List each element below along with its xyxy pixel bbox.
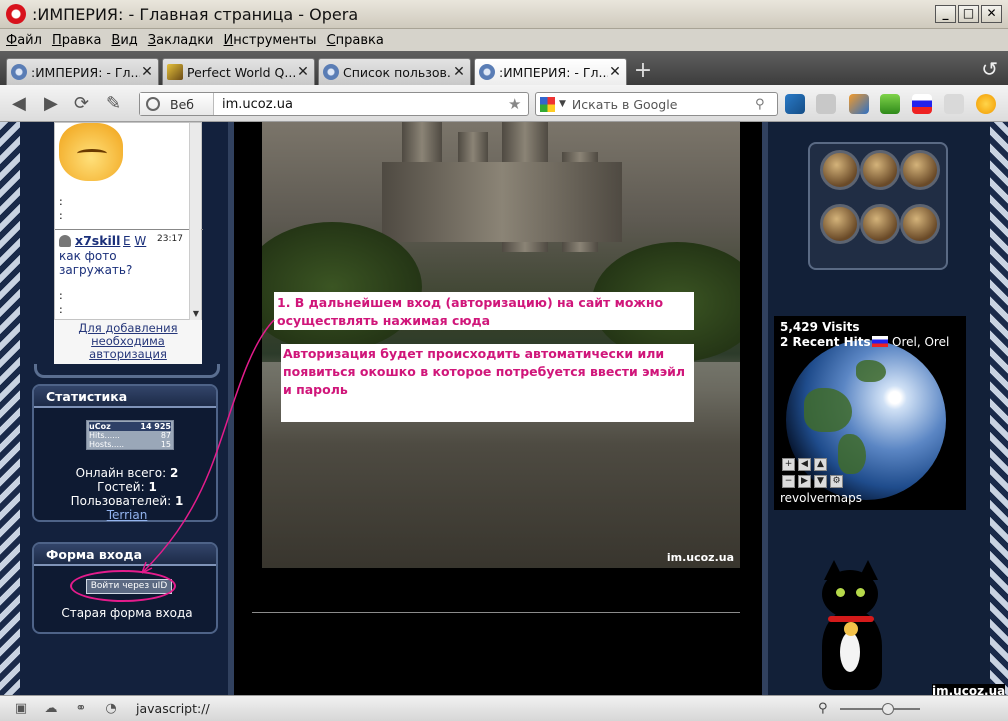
status-bar: ▣ ☁ ⚭ ◔ javascript:// ⚲ — [0, 695, 1008, 721]
turbo-icon[interactable]: ◔ — [102, 701, 120, 717]
zoom-knob[interactable] — [882, 703, 894, 715]
panel-toggle-icon[interactable]: ▣ — [12, 701, 30, 717]
annotation-arrow — [141, 319, 275, 574]
cloud-icon[interactable]: ☁ — [42, 701, 60, 717]
arrow-curve — [141, 319, 275, 574]
zoom-track[interactable] — [840, 708, 920, 710]
unite-icon[interactable]: ⚭ — [72, 701, 90, 717]
zoom-icon: ⚲ — [818, 701, 828, 716]
annotation-ellipse — [70, 570, 176, 602]
zoom-slider[interactable]: ⚲ — [818, 701, 920, 716]
status-url: javascript:// — [136, 701, 210, 716]
